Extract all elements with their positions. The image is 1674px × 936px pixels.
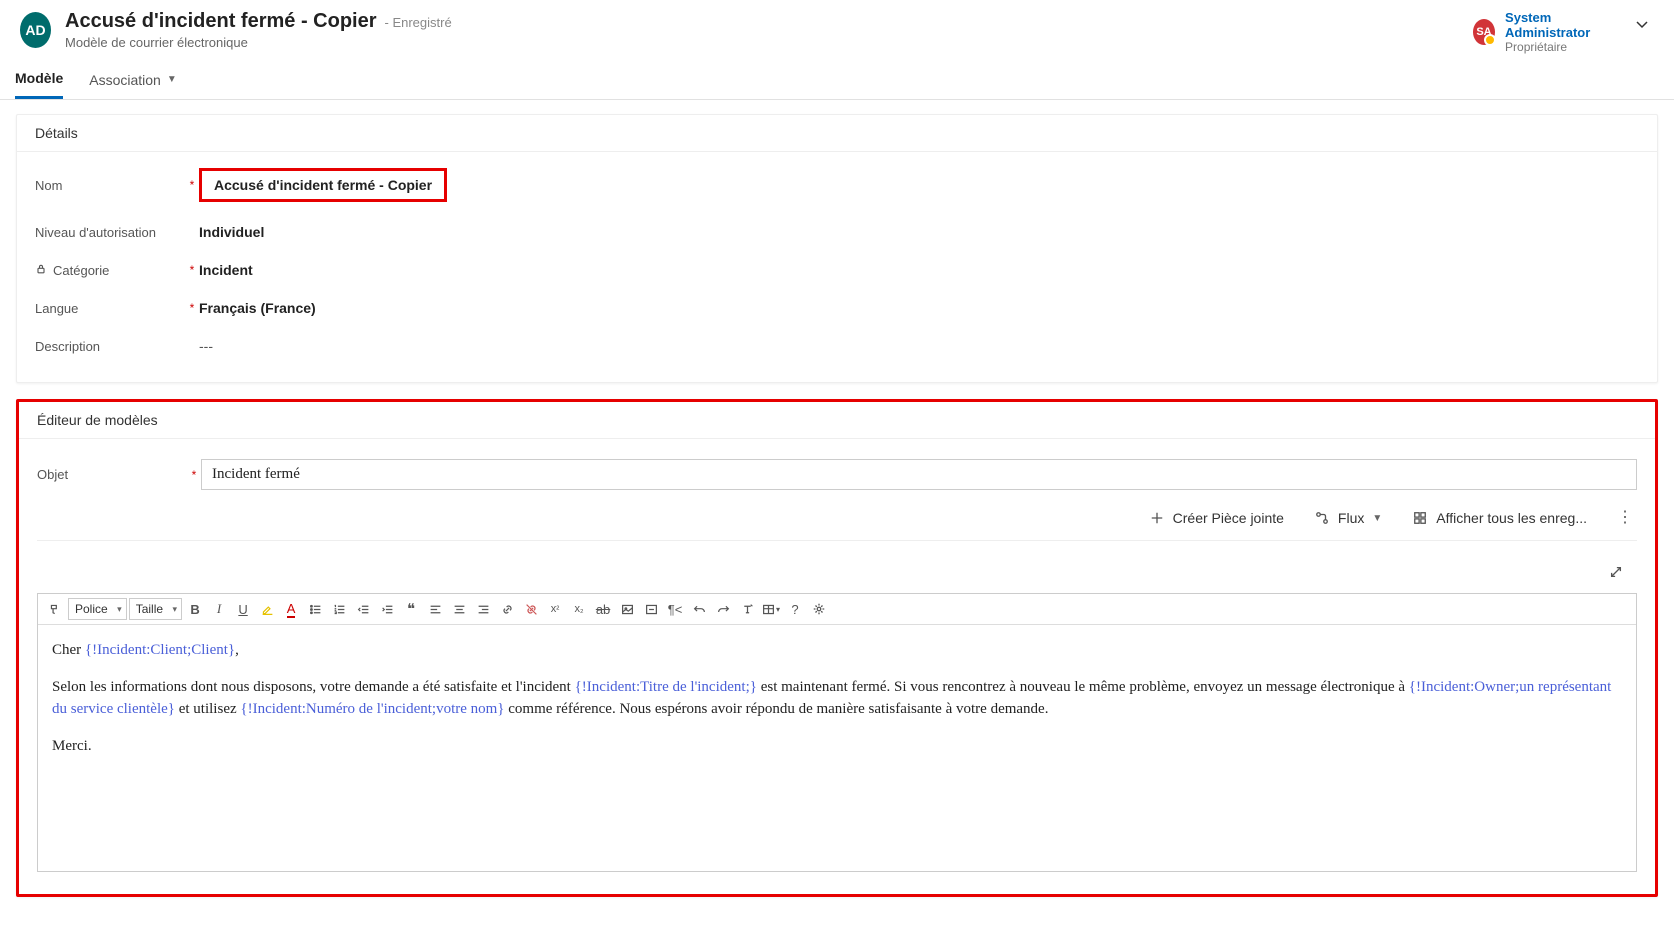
align-left-button[interactable]	[424, 598, 446, 620]
superscript-button[interactable]: x²	[544, 598, 566, 620]
create-attachment-button[interactable]: Créer Pièce jointe	[1149, 510, 1284, 526]
insert-image-button[interactable]	[616, 598, 638, 620]
body-token: {!Incident:Client;Client}	[85, 642, 235, 658]
body-text: Cher	[52, 642, 85, 658]
align-right-button[interactable]	[472, 598, 494, 620]
expand-header-button[interactable]	[1630, 10, 1654, 38]
flow-icon	[1314, 510, 1330, 526]
expand-editor-button[interactable]	[1605, 561, 1627, 583]
owner-avatar: SA	[1473, 19, 1495, 45]
chevron-down-icon: ▼	[1372, 513, 1382, 524]
page-subtitle: Modèle de courrier électronique	[65, 35, 1473, 50]
desc-field[interactable]: ---	[199, 338, 213, 354]
app-avatar: AD	[20, 12, 51, 48]
tab-modele[interactable]: Modèle	[15, 64, 63, 99]
format-painter-button[interactable]	[44, 598, 66, 620]
flow-button[interactable]: Flux ▼	[1314, 510, 1382, 526]
body-text: Merci.	[52, 735, 1622, 758]
required-icon: *	[187, 468, 201, 482]
italic-button[interactable]: I	[208, 598, 230, 620]
editor-panel: Éditeur de modèles Objet * Créer Pièce j…	[16, 399, 1658, 897]
redo-button[interactable]	[712, 598, 734, 620]
page-title: Accusé d'incident fermé - Copier	[65, 10, 377, 33]
name-field[interactable]: Accusé d'incident fermé - Copier	[214, 177, 432, 193]
details-section-title: Détails	[17, 115, 1657, 152]
body-text: comme référence. Nous espérons avoir rép…	[505, 701, 1049, 717]
category-field[interactable]: Incident	[199, 262, 253, 278]
owner-role: Propriétaire	[1505, 40, 1620, 54]
editor-section-title: Éditeur de modèles	[19, 402, 1655, 439]
link-button[interactable]	[496, 598, 518, 620]
saved-status: - Enregistré	[385, 15, 452, 30]
tab-association[interactable]: Association ▼	[89, 64, 177, 99]
indent-button[interactable]	[376, 598, 398, 620]
rte-toolbar: Police Taille B I U A ❝	[38, 594, 1636, 625]
quote-button[interactable]: ❝	[400, 598, 422, 620]
body-token: {!Incident:Titre de l'incident;}	[575, 679, 757, 695]
settings-button[interactable]	[808, 598, 830, 620]
subject-label: Objet	[37, 467, 187, 482]
rich-text-editor: Police Taille B I U A ❝	[37, 593, 1637, 872]
align-center-button[interactable]	[448, 598, 470, 620]
chevron-down-icon: ▼	[167, 74, 177, 85]
body-token: {!Incident:Numéro de l'incident;votre no…	[240, 701, 504, 717]
font-family-select[interactable]: Police	[68, 598, 127, 620]
unlink-button[interactable]	[520, 598, 542, 620]
body-text: ,	[235, 642, 239, 658]
desc-label: Description	[35, 339, 185, 354]
strikethrough-button[interactable]: ab	[592, 598, 614, 620]
highlight-button[interactable]	[256, 598, 278, 620]
details-panel: Détails Nom * Accusé d'incident fermé - …	[16, 114, 1658, 383]
show-all-label: Afficher tous les enreg...	[1436, 510, 1587, 526]
underline-button[interactable]: U	[232, 598, 254, 620]
subject-input[interactable]	[201, 459, 1637, 490]
bold-button[interactable]: B	[184, 598, 206, 620]
bullet-list-button[interactable]	[304, 598, 326, 620]
font-color-button[interactable]: A	[280, 598, 302, 620]
font-family-label: Police	[75, 602, 108, 616]
auth-field[interactable]: Individuel	[199, 224, 264, 240]
grid-icon	[1412, 510, 1428, 526]
tab-association-label: Association	[89, 72, 161, 88]
insert-field-button[interactable]	[640, 598, 662, 620]
font-size-label: Taille	[136, 602, 163, 616]
rtl-button[interactable]: ¶<	[664, 598, 686, 620]
font-size-select[interactable]: Taille	[129, 598, 182, 620]
rte-content[interactable]: Cher {!Incident:Client;Client}, Selon le…	[38, 625, 1636, 871]
undo-button[interactable]	[688, 598, 710, 620]
category-label: Catégorie	[35, 263, 185, 278]
number-list-button[interactable]	[328, 598, 350, 620]
category-label-text: Catégorie	[53, 263, 109, 278]
more-vertical-icon: ⋮	[1617, 510, 1633, 526]
auth-label: Niveau d'autorisation	[35, 225, 185, 240]
subscript-button[interactable]: x₂	[568, 598, 590, 620]
lang-label: Langue	[35, 301, 185, 316]
body-text: est maintenant fermé. Si vous rencontrez…	[757, 679, 1409, 695]
lang-field[interactable]: Français (France)	[199, 300, 316, 316]
show-all-records-button[interactable]: Afficher tous les enreg...	[1412, 510, 1587, 526]
name-label: Nom	[35, 178, 185, 193]
clear-format-button[interactable]	[736, 598, 758, 620]
more-actions-button[interactable]: ⋮	[1617, 510, 1633, 526]
required-icon: *	[185, 301, 199, 315]
owner-name[interactable]: System Administrator	[1505, 10, 1620, 40]
outdent-button[interactable]	[352, 598, 374, 620]
required-icon: *	[185, 178, 199, 192]
lock-icon	[35, 263, 47, 278]
help-button[interactable]: ?	[784, 598, 806, 620]
flow-label: Flux	[1338, 510, 1364, 526]
create-attachment-label: Créer Pièce jointe	[1173, 510, 1284, 526]
body-text: Selon les informations dont nous disposo…	[52, 679, 575, 695]
required-icon: *	[185, 263, 199, 277]
plus-icon	[1149, 510, 1165, 526]
body-text: et utilisez	[175, 701, 240, 717]
table-button[interactable]: ▾	[760, 598, 782, 620]
